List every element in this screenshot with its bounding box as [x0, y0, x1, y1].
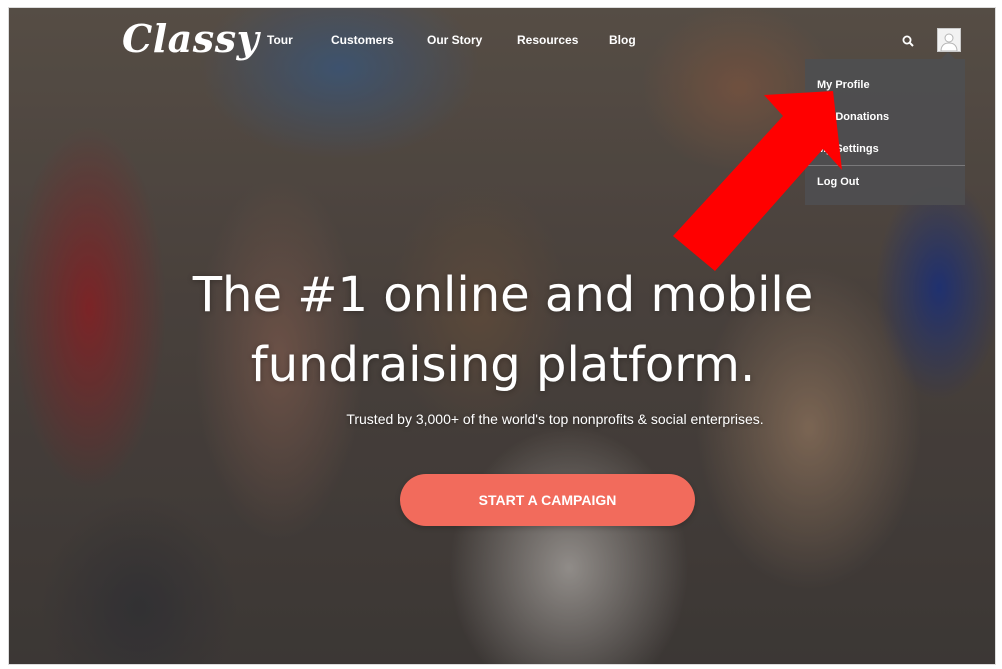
hero-headline-line2: fundraising platform. — [250, 337, 756, 393]
menu-divider — [805, 165, 965, 166]
user-avatar-button[interactable] — [937, 28, 961, 52]
nav-customers[interactable]: Customers — [331, 33, 394, 47]
browser-viewport: Classy Tour Customers Our Story Resource… — [8, 7, 996, 665]
start-campaign-button[interactable]: START A CAMPAIGN — [400, 474, 695, 526]
hero-subheadline: Trusted by 3,000+ of the world's top non… — [346, 411, 764, 427]
nav-blog[interactable]: Blog — [609, 33, 636, 47]
nav-tour[interactable]: Tour — [267, 33, 293, 47]
search-button[interactable] — [899, 32, 917, 50]
classy-logo[interactable]: Classy — [122, 16, 259, 61]
menu-item-my-donations[interactable]: My Donations — [817, 111, 889, 123]
menu-item-my-settings[interactable]: My Settings — [817, 143, 879, 155]
nav-our-story[interactable]: Our Story — [427, 33, 482, 47]
user-avatar-icon — [940, 33, 958, 51]
menu-item-my-profile[interactable]: My Profile — [817, 79, 870, 91]
user-dropdown-menu: My Profile My Donations My Settings Log … — [805, 52, 965, 205]
search-icon — [902, 35, 914, 47]
nav-resources[interactable]: Resources — [517, 33, 578, 47]
menu-item-log-out[interactable]: Log Out — [817, 176, 859, 188]
hero-headline-line1: The #1 online and mobile — [192, 267, 814, 323]
